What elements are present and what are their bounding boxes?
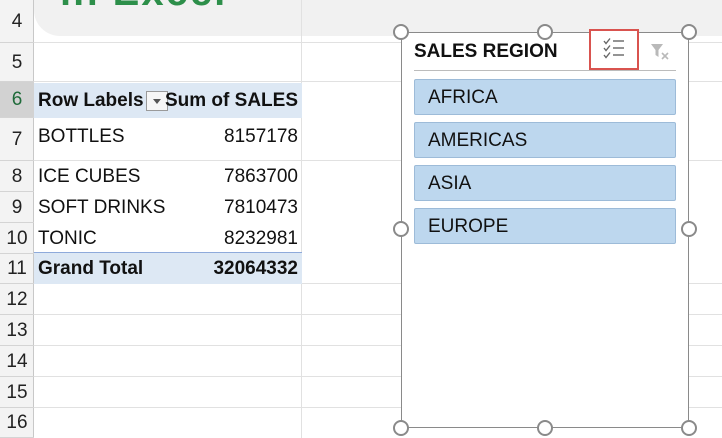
slicer-item-label: AFRICA [428, 87, 498, 108]
row-header-13[interactable]: 13 [0, 315, 34, 346]
sum-of-sales-header[interactable]: Sum of SALES [165, 90, 298, 112]
row-header-15[interactable]: 15 [0, 377, 34, 408]
slicer-item-americas[interactable]: AMERICAS [414, 122, 676, 158]
resize-handle-top[interactable] [537, 24, 553, 40]
pivot-row[interactable]: SOFT DRINKS 7810473 [34, 192, 302, 223]
resize-handle-bottom-right[interactable] [681, 420, 697, 436]
slicer-item-africa[interactable]: AFRICA [414, 79, 676, 115]
slicer-item-europe[interactable]: EUROPE [414, 208, 676, 244]
resize-handle-top-left[interactable] [393, 24, 409, 40]
pivot-row-label: SOFT DRINKS [38, 197, 166, 218]
row-header-16[interactable]: 16 [0, 408, 34, 438]
row-header-11[interactable]: 11 [0, 254, 34, 284]
row-header-5[interactable]: 5 [0, 43, 34, 82]
pivot-header-row: Row Labels Sum of SALES [34, 83, 302, 118]
row-header-6[interactable]: 6 [0, 82, 34, 118]
pivot-row[interactable]: TONIC 8232981 [34, 223, 302, 254]
pivot-row[interactable]: ICE CUBES 7863700 [34, 161, 302, 192]
resize-handle-top-right[interactable] [681, 24, 697, 40]
row-header-9[interactable]: 9 [0, 192, 34, 223]
pivot-row[interactable]: BOTTLES 8157178 [34, 121, 302, 152]
resize-handle-bottom-left[interactable] [393, 420, 409, 436]
slicer-item-label: AMERICAS [428, 130, 528, 151]
slicer-item-label: EUROPE [428, 216, 509, 237]
pivot-row-label: TONIC [38, 228, 97, 249]
row-header-12[interactable]: 12 [0, 284, 34, 315]
pivot-row-value: 8157178 [224, 126, 298, 147]
slicer-item-label: ASIA [428, 173, 472, 194]
multi-select-checklist-icon [603, 38, 624, 59]
banner-title: in Excel [60, 0, 227, 15]
pivot-grand-total-row[interactable]: Grand Total 32064332 [34, 252, 302, 284]
grand-total-value: 32064332 [213, 258, 298, 279]
clear-filter-button[interactable] [648, 40, 672, 64]
row-header-4[interactable]: 4 [0, 0, 34, 43]
resize-handle-right[interactable] [681, 221, 697, 237]
pivot-row-value: 8232981 [224, 228, 298, 249]
pivot-row-label: BOTTLES [38, 126, 125, 147]
row-labels-header[interactable]: Row Labels [38, 90, 144, 112]
clear-filter-icon [651, 44, 669, 60]
row-header-column: 4 5 6 7 8 9 10 11 12 13 14 15 16 [0, 0, 34, 438]
row-header-14[interactable]: 14 [0, 346, 34, 377]
pivot-row-label: ICE CUBES [38, 166, 141, 187]
sales-region-slicer[interactable]: SALES REGION AFRICA AMERICAS ASIA EUROPE [401, 29, 689, 428]
row-header-10[interactable]: 10 [0, 223, 34, 254]
grand-total-label: Grand Total [38, 258, 144, 279]
multi-select-button[interactable] [589, 29, 639, 70]
resize-handle-left[interactable] [393, 221, 409, 237]
row-header-8[interactable]: 8 [0, 161, 34, 192]
slicer-item-asia[interactable]: ASIA [414, 165, 676, 201]
resize-handle-bottom[interactable] [537, 420, 553, 436]
pivot-row-value: 7863700 [224, 166, 298, 187]
row-header-7[interactable]: 7 [0, 118, 34, 161]
slicer-header-divider [414, 70, 676, 71]
slicer-title: SALES REGION [414, 41, 558, 62]
pivot-row-value: 7810473 [224, 197, 298, 218]
